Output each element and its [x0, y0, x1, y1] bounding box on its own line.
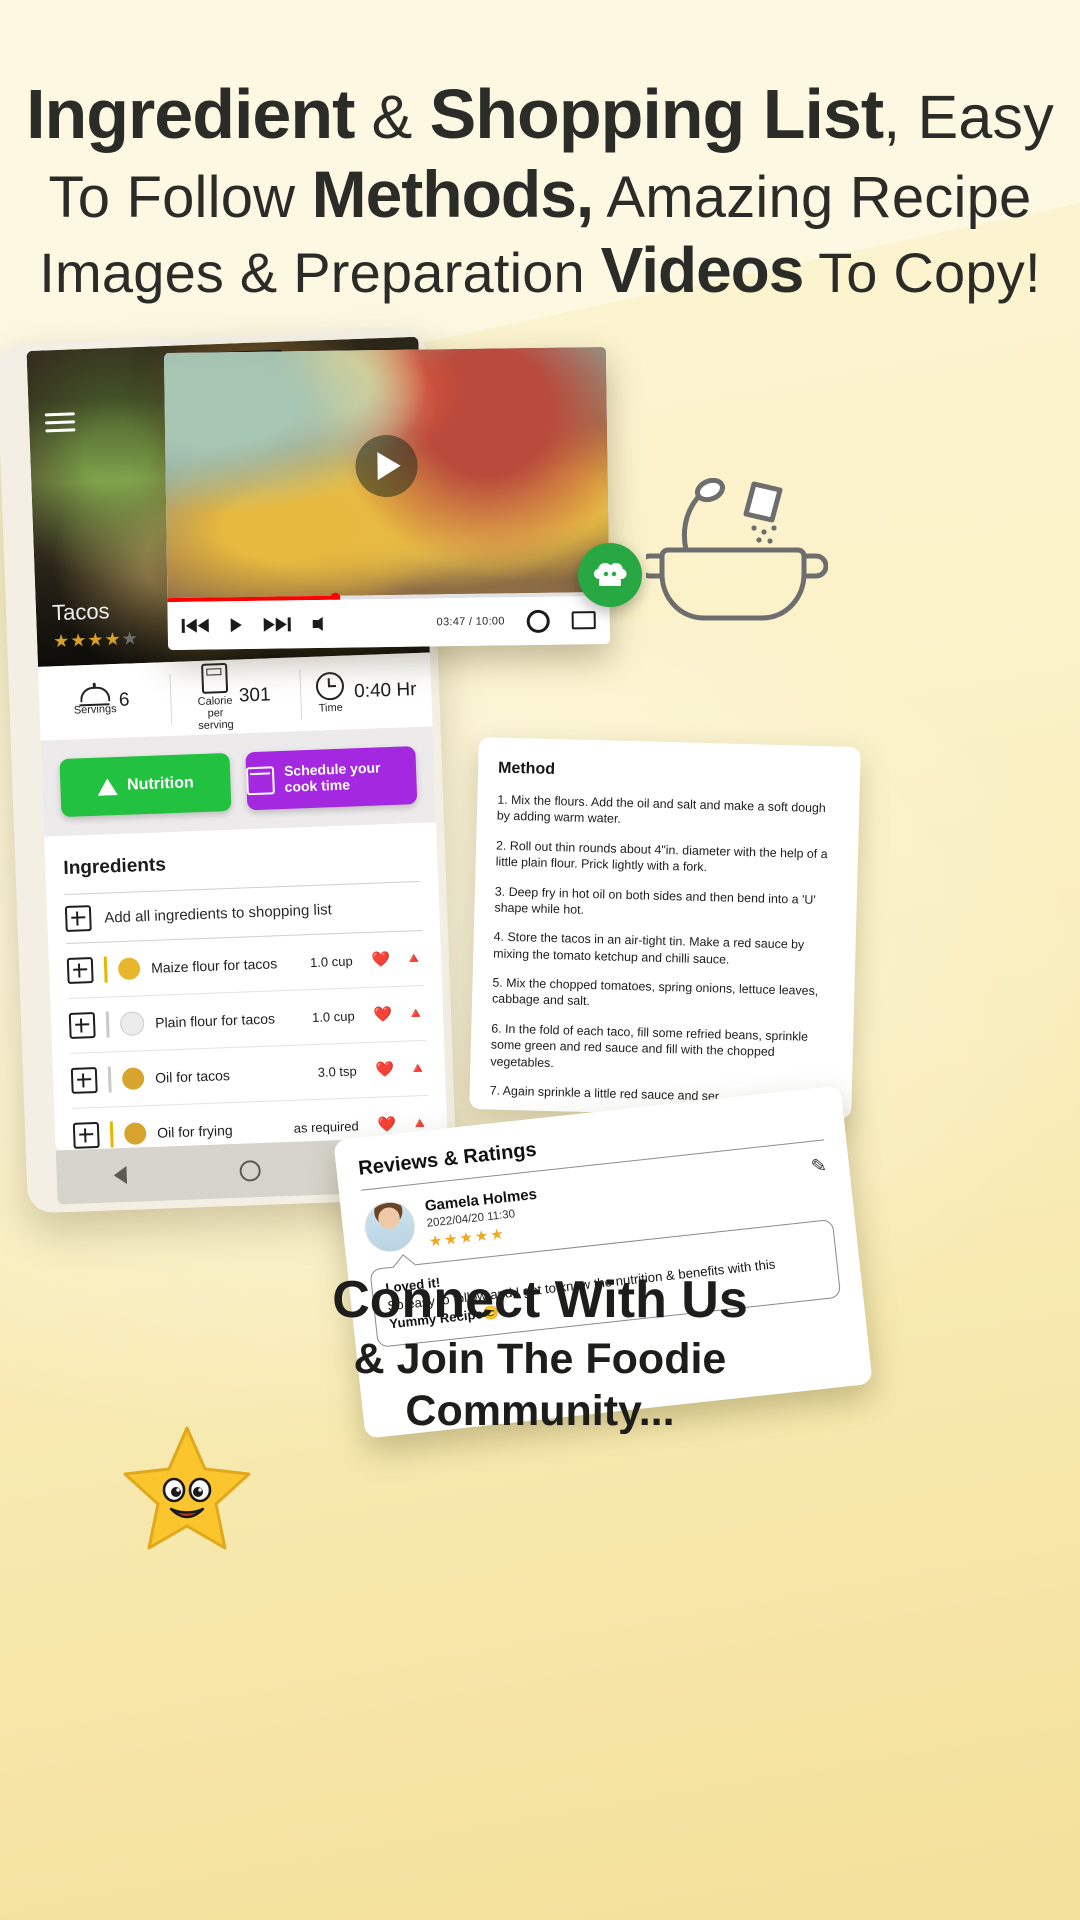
play-icon[interactable]	[230, 618, 242, 633]
method-heading: Method	[497, 759, 556, 779]
ingredient-accent-bar	[105, 1011, 110, 1038]
headline-word: Ingredient	[26, 75, 355, 153]
headline-word: , Easy	[883, 83, 1054, 151]
stat-calories: Calorie per serving 301	[169, 657, 302, 736]
ingredient-name: Maize flour for tacos	[150, 955, 278, 976]
method-step: 3. Deep fry in hot oil on both sides and…	[494, 884, 816, 917]
ingredient-swatch	[123, 1122, 147, 1146]
headline-word: &	[354, 83, 430, 151]
video-player-card[interactable]: 03:47 / 10:00	[163, 346, 611, 651]
method-step: 6. In the fold of each taco, fill some r…	[490, 1021, 809, 1070]
calendar-icon	[245, 766, 275, 796]
nutrition-button-label: Nutrition	[126, 774, 195, 794]
stat-time: Time 0:40 Hr	[299, 652, 432, 731]
headline-word: Videos	[600, 234, 805, 307]
ingredient-swatch	[119, 1011, 145, 1037]
headline: Ingredient & Shopping List, Easy To Foll…	[0, 78, 1080, 304]
stat-value: 0:40 Hr	[353, 679, 417, 703]
method-step: 4. Store the tacos in an air-tight tin. …	[493, 929, 805, 967]
settings-gear-icon[interactable]	[526, 609, 550, 633]
video-timestamp: 03:47 / 10:00	[436, 615, 505, 629]
ingredient-name: Plain flour for tacos	[154, 1010, 276, 1031]
bottom-line-1: Connect With Us	[332, 1271, 748, 1329]
promo-banner: Ingredient & Shopping List, Easy To Foll…	[0, 0, 1080, 1920]
heart-health-icon: ❤️	[371, 951, 391, 969]
stat-servings: Servings 6	[38, 662, 171, 741]
plus-icon	[64, 905, 92, 933]
pyramid-icon	[96, 777, 118, 796]
ingredient-quantity: as required	[293, 1117, 359, 1136]
headline-word: To Follow	[48, 164, 312, 230]
home-circle-icon[interactable]	[238, 1159, 261, 1182]
bottom-tagline: Connect With Us & Join The Foodie Commun…	[0, 1271, 1080, 1436]
ingredient-accent-bar	[107, 1066, 112, 1093]
headline-line-1: Ingredient & Shopping List, Easy	[26, 78, 1054, 151]
ingredient-accent-bar	[103, 956, 108, 983]
ingredient-quantity: 3.0 tsp	[317, 1062, 357, 1080]
heart-health-icon: ❤️	[375, 1061, 395, 1079]
food-pyramid-icon: 🔺	[408, 1059, 428, 1078]
stat-label: Time	[318, 701, 344, 715]
calorie-calculator-icon: Calorie per serving	[197, 662, 234, 733]
recipe-title: Tacos	[51, 598, 110, 626]
ingredient-swatch	[117, 957, 141, 981]
add-all-ingredients-label: Add all ingredients to shopping list	[103, 900, 333, 927]
headline-line-3: Images & Preparation Videos To Copy!	[26, 237, 1054, 304]
plus-icon[interactable]	[72, 1121, 100, 1149]
pencil-edit-icon[interactable]: ✎	[810, 1154, 828, 1179]
cooking-pot-with-salt-icon	[637, 477, 829, 628]
method-step: 5. Mix the chopped tomatoes, spring onio…	[491, 975, 819, 1009]
headline-word: Amazing Recipe	[593, 164, 1032, 230]
ingredient-quantity: 1.0 cup	[311, 1007, 355, 1025]
clock-icon: Time	[314, 671, 346, 714]
plus-icon[interactable]	[70, 1066, 98, 1094]
plus-icon[interactable]	[68, 1012, 96, 1039]
method-card: Method 1. Mix the flours. Add the oil an…	[469, 737, 861, 1119]
headline-word: To Copy!	[803, 241, 1041, 305]
schedule-cook-time-button[interactable]: Schedule your cook time	[245, 746, 418, 811]
ingredient-swatch	[121, 1067, 145, 1091]
recipe-action-buttons: Nutrition Schedule your cook time	[40, 726, 437, 837]
stat-label: Calorie per serving	[197, 694, 234, 733]
method-step: 2. Roll out thin rounds about 4"in. diam…	[495, 838, 828, 875]
bottom-line-2: & Join The Foodie	[353, 1335, 727, 1384]
next-icon[interactable]	[263, 617, 291, 632]
play-overlay-icon[interactable]	[355, 434, 418, 498]
stat-value: 301	[238, 684, 271, 707]
ingredient-accent-bar	[109, 1121, 114, 1148]
fullscreen-icon[interactable]	[571, 611, 596, 630]
heart-health-icon: ❤️	[373, 1006, 393, 1024]
video-thumbnail	[163, 346, 610, 599]
schedule-button-label: Schedule your cook time	[283, 759, 381, 795]
headline-word: Images & Preparation	[39, 241, 601, 305]
ingredients-section: Ingredients Add all ingredients to shopp…	[44, 822, 448, 1151]
stat-value: 6	[118, 689, 130, 711]
heart-health-icon: ❤️	[377, 1116, 397, 1134]
plus-icon[interactable]	[66, 957, 94, 984]
chef-hat-badge-icon[interactable]	[578, 543, 642, 607]
back-triangle-icon[interactable]	[112, 1165, 127, 1185]
avatar	[362, 1199, 418, 1255]
headline-word: Shopping List	[429, 75, 885, 153]
food-pyramid-icon: 🔺	[406, 1004, 426, 1023]
smiling-star-mascot-icon	[118, 1424, 256, 1556]
headline-word: Methods,	[311, 156, 595, 231]
hamburger-menu-icon[interactable]	[44, 407, 76, 437]
recipe-rating-stars: ★★★★★	[52, 628, 140, 652]
video-controls: 03:47 / 10:00	[167, 595, 611, 651]
ingredient-quantity: 1.0 cup	[309, 953, 353, 970]
ingredient-name: Oil for frying	[156, 1122, 233, 1141]
nutrition-button[interactable]: Nutrition	[59, 752, 232, 818]
serving-dome-icon: Servings	[74, 686, 117, 717]
volume-icon[interactable]	[312, 616, 323, 632]
headline-line-2: To Follow Methods, Amazing Recipe	[26, 156, 1054, 231]
previous-icon[interactable]	[181, 618, 209, 633]
ingredient-name: Oil for tacos	[154, 1067, 231, 1086]
method-step: 1. Mix the flours. Add the oil and salt …	[496, 792, 826, 827]
food-pyramid-icon: 🔺	[404, 949, 424, 968]
ingredients-heading: Ingredients	[63, 854, 167, 880]
